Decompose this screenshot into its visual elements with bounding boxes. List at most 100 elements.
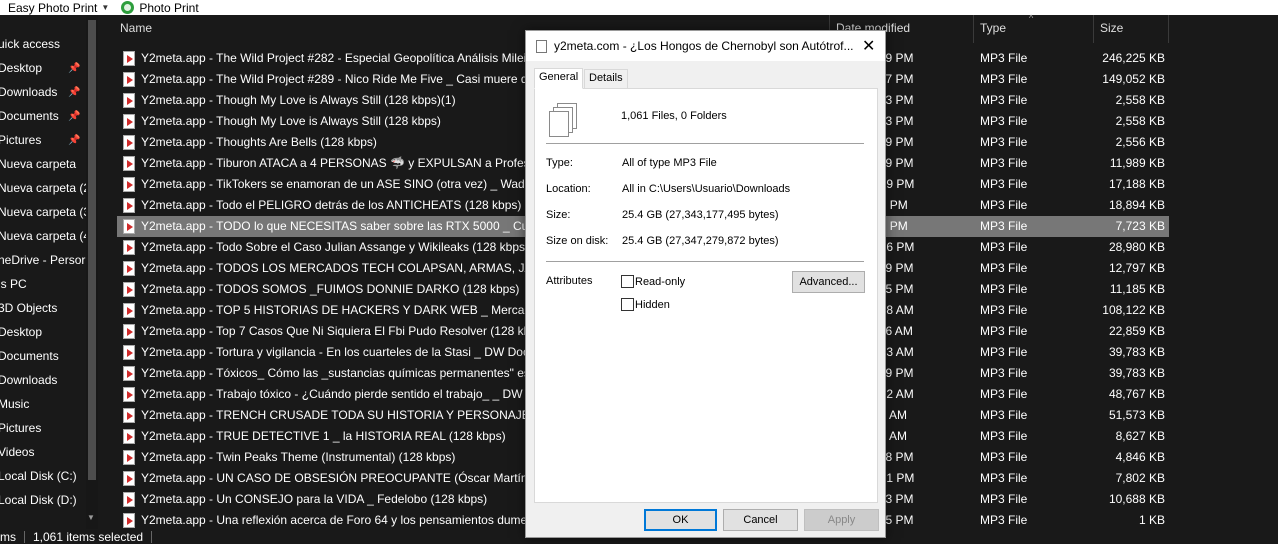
nav-item-label: is PC	[0, 277, 27, 291]
nav-item-label: Documents	[0, 349, 59, 363]
photo-print-label: Photo Print	[139, 0, 199, 15]
ok-button[interactable]: OK	[644, 509, 717, 531]
multiple-files-icon	[549, 103, 579, 137]
file-type: MP3 File	[980, 303, 1028, 317]
file-name: Y2meta.app - Tóxicos_ Cómo las _sustanci…	[141, 366, 540, 380]
size-value: 25.4 GB (27,343,177,495 bytes)	[622, 209, 779, 221]
tab-general[interactable]: General	[534, 68, 584, 89]
nav-item-label: Documents	[0, 109, 59, 123]
nav-item[interactable]: is PC	[0, 273, 84, 295]
nav-item[interactable]: Downloads 📌	[0, 81, 84, 103]
nav-item[interactable]: Nueva carpeta	[0, 153, 84, 175]
location-value: All in C:\Users\Usuario\Downloads	[622, 183, 791, 195]
mp3-file-icon	[123, 324, 135, 339]
file-size: 7,723 KB	[1115, 219, 1165, 233]
nav-item[interactable]: Pictures	[0, 417, 84, 439]
nav-item[interactable]: Desktop 📌	[0, 57, 84, 79]
nav-item[interactable]: Videos	[0, 441, 84, 463]
file-name: Y2meta.app - Una reflexión acerca de For…	[141, 513, 534, 527]
pin-icon[interactable]: 📌	[68, 135, 80, 146]
scroll-down-arrow-icon[interactable]: ▼	[87, 513, 95, 522]
nav-item[interactable]: Documents 📌	[0, 105, 84, 127]
mp3-file-icon	[123, 429, 135, 444]
nav-item[interactable]: Local Disk (D:)	[0, 489, 84, 511]
close-icon[interactable]: ✕	[862, 36, 875, 56]
file-icon	[536, 40, 547, 53]
file-size: 22,859 KB	[1108, 324, 1165, 338]
mp3-file-icon	[123, 282, 135, 297]
nav-item[interactable]: Nueva carpeta (4	[0, 225, 90, 247]
file-size: 12,797 KB	[1108, 261, 1165, 275]
nav-item[interactable]: Pictures 📌	[0, 129, 84, 151]
file-type: MP3 File	[980, 345, 1028, 359]
advanced-button[interactable]: Advanced...	[792, 271, 865, 293]
file-name: Y2meta.app - Though My Love is Always St…	[141, 114, 441, 128]
nav-item-label: Local Disk (D:)	[0, 493, 77, 507]
properties-dialog: y2meta.com - ¿Los Hongos de Chernobyl so…	[525, 30, 886, 538]
nav-item[interactable]: Local Disk (C:)	[0, 465, 84, 487]
chevron-down-icon: ▼	[101, 3, 110, 12]
mp3-file-icon	[123, 471, 135, 486]
mp3-file-icon	[123, 345, 135, 360]
file-size: 2,556 KB	[1115, 135, 1165, 149]
tab-details[interactable]: Details	[584, 69, 628, 89]
column-divider[interactable]	[973, 15, 974, 43]
cancel-button[interactable]: Cancel	[723, 509, 798, 531]
file-size: 17,188 KB	[1108, 177, 1165, 191]
file-size: 246,225 KB	[1102, 51, 1165, 65]
file-type: MP3 File	[980, 72, 1028, 86]
mp3-file-icon	[123, 387, 135, 402]
easy-photo-print-button[interactable]: Easy Photo Print ▼	[0, 1, 113, 15]
file-type: MP3 File	[980, 492, 1028, 506]
navigation-pane: uick access Desktop 📌 Downloads 📌 Documents 📌 P…	[0, 15, 100, 529]
file-type: MP3 File	[980, 198, 1028, 212]
mp3-file-icon	[123, 303, 135, 318]
file-name: Y2meta.app - Trabajo tóxico - ¿Cuándo pi…	[141, 387, 535, 401]
dialog-title-bar[interactable]: y2meta.com - ¿Los Hongos de Chernobyl so…	[526, 31, 885, 61]
file-type: MP3 File	[980, 324, 1028, 338]
nav-scrollbar-thumb[interactable]	[88, 20, 96, 480]
file-name: Y2meta.app - UN CASO DE OBSESIÓN PREOCUP…	[141, 471, 541, 485]
nav-item-label: Nueva carpeta	[0, 157, 77, 171]
pin-icon[interactable]: 📌	[68, 63, 80, 74]
mp3-file-icon	[123, 408, 135, 423]
location-label: Location:	[546, 183, 591, 195]
hidden-checkbox[interactable]	[621, 298, 634, 311]
nav-scrollbar[interactable]: ▼	[86, 15, 98, 529]
file-size: 2,558 KB	[1115, 114, 1165, 128]
column-divider[interactable]	[1168, 15, 1169, 43]
pin-icon[interactable]: 📌	[68, 87, 80, 98]
nav-item[interactable]: Desktop	[0, 321, 84, 343]
file-size: 51,573 KB	[1108, 408, 1165, 422]
easy-photo-print-label: Easy Photo Print	[8, 0, 98, 15]
mp3-file-icon	[123, 513, 135, 528]
file-type: MP3 File	[980, 177, 1028, 191]
mp3-file-icon	[123, 51, 135, 66]
nav-item[interactable]: neDrive - Persor	[0, 249, 86, 271]
nav-item[interactable]: 3D Objects	[0, 297, 84, 319]
column-size[interactable]: Size	[1100, 21, 1123, 35]
file-name: Y2meta.app - Tiburon ATACA a 4 PERSONAS …	[141, 156, 541, 170]
column-type[interactable]: Type	[980, 21, 1006, 35]
nav-item-label: neDrive - Persor	[0, 253, 86, 267]
file-name: Y2meta.app - Un CONSEJO para la VIDA _ F…	[141, 492, 488, 506]
column-divider[interactable]	[1093, 15, 1094, 43]
readonly-checkbox[interactable]	[621, 275, 634, 288]
nav-item[interactable]: Documents	[0, 345, 84, 367]
nav-item[interactable]: Music	[0, 393, 84, 415]
divider	[546, 261, 864, 262]
nav-item[interactable]: Nueva carpeta (3	[0, 201, 90, 223]
nav-item-label: Downloads	[0, 85, 58, 99]
nav-item[interactable]: Downloads	[0, 369, 84, 391]
file-type: MP3 File	[980, 366, 1028, 380]
file-type: MP3 File	[980, 240, 1028, 254]
size-on-disk-label: Size on disk:	[546, 235, 609, 247]
column-name[interactable]: Name	[120, 21, 152, 35]
apply-button[interactable]: Apply	[804, 509, 879, 531]
nav-item[interactable]: uick access	[0, 33, 84, 55]
nav-item-label: Videos	[0, 445, 35, 459]
pin-icon[interactable]: 📌	[68, 111, 80, 122]
nav-item[interactable]: Nueva carpeta (2	[0, 177, 90, 199]
file-size: 28,980 KB	[1108, 240, 1165, 254]
photo-print-button[interactable]: Photo Print	[113, 1, 202, 15]
